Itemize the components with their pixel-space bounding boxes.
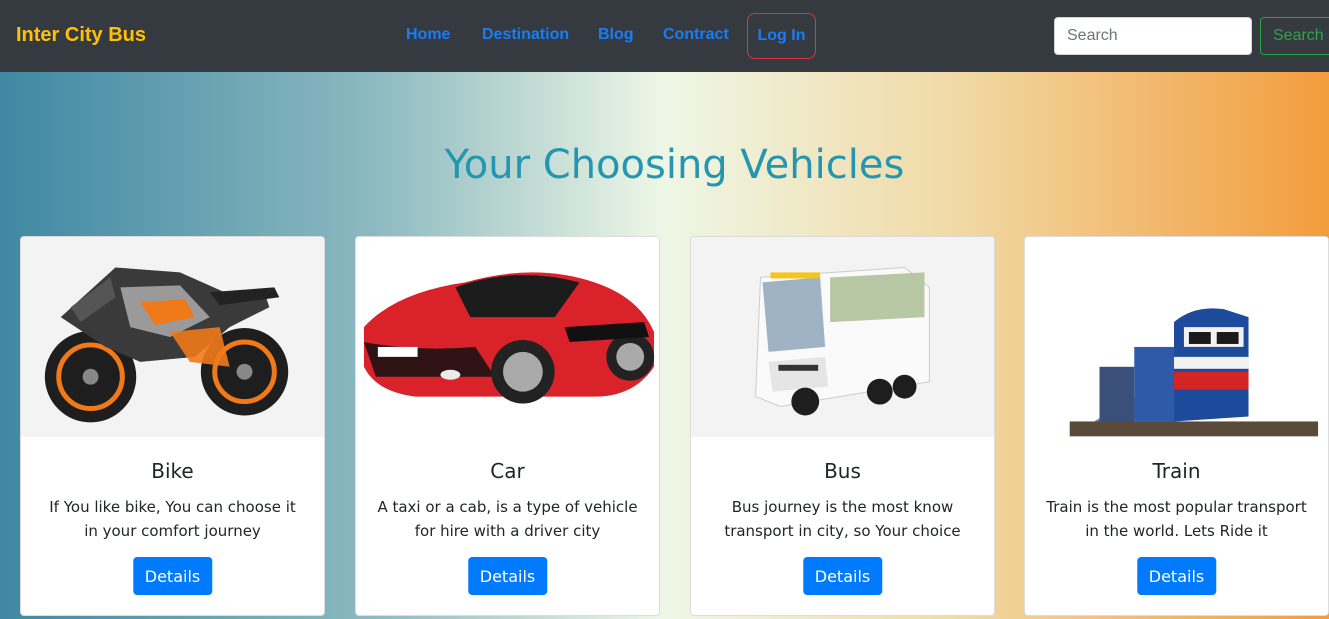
nav-contract[interactable]: Contract <box>663 26 729 44</box>
details-button-bus[interactable]: Details <box>802 557 883 595</box>
car-image <box>356 237 659 437</box>
vehicle-card-bus: Bus Bus journey is the most know transpo… <box>690 236 995 616</box>
card-text: A taxi or a cab, is a type of vehicle fo… <box>377 498 638 540</box>
vehicle-card-bike: Bike If You like bike, You can choose it… <box>20 236 325 616</box>
details-button-train[interactable]: Details <box>1136 557 1217 595</box>
bus-image <box>691 237 994 437</box>
card-text: Train is the most popular transport in t… <box>1046 498 1307 540</box>
vehicle-card-train: Train Train is the most popular transpor… <box>1024 236 1329 616</box>
nav-destination[interactable]: Destination <box>482 26 569 44</box>
brand-logo[interactable]: Inter City Bus <box>16 24 146 47</box>
vehicle-card-car: Car A taxi or a cab, is a type of vehicl… <box>355 236 660 616</box>
details-button-car[interactable]: Details <box>467 557 548 595</box>
card-title: Bike <box>151 459 194 483</box>
page-title: Your Choosing Vehicles <box>444 142 905 188</box>
card-text: Bus journey is the most know transport i… <box>724 498 961 540</box>
search-button[interactable]: Search <box>1260 17 1329 55</box>
card-title: Bus <box>824 459 861 483</box>
search-input[interactable] <box>1054 17 1252 55</box>
card-title: Train <box>1152 459 1201 483</box>
card-text: If You like bike, You can choose it in y… <box>49 498 296 540</box>
card-title: Car <box>490 459 525 483</box>
login-button[interactable]: Log In <box>747 13 816 59</box>
nav-home[interactable]: Home <box>406 26 450 44</box>
navbar: Inter City Bus Home Destination Blog Con… <box>0 0 1329 72</box>
train-image <box>1025 237 1328 437</box>
details-button-bike[interactable]: Details <box>132 557 213 595</box>
bike-image <box>21 237 324 437</box>
nav-blog[interactable]: Blog <box>598 26 634 44</box>
